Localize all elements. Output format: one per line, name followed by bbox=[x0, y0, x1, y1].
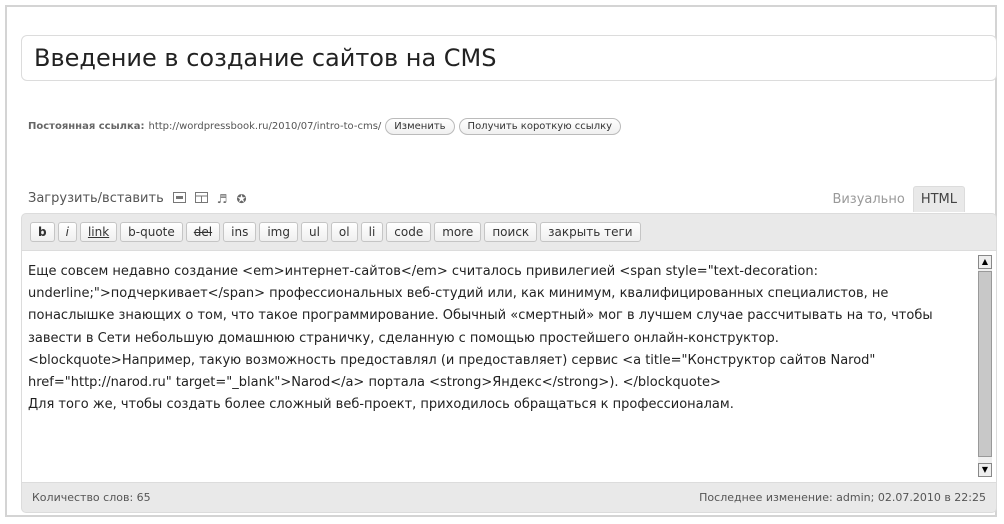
permalink-label: Постоянная ссылка: bbox=[28, 121, 145, 132]
quicktag-italic-button[interactable]: i bbox=[57, 222, 77, 242]
quicktag-img-button[interactable]: img bbox=[259, 222, 298, 242]
content-paragraph: Еще совсем недавно создание <em>интернет… bbox=[28, 264, 933, 346]
post-title-field[interactable]: Введение в создание сайтов на CMS bbox=[21, 35, 997, 81]
video-icon[interactable] bbox=[194, 191, 208, 206]
word-count: Количество слов: 65 bbox=[32, 491, 151, 504]
permalink-row: Постоянная ссылка: http://wordpressbook.… bbox=[28, 118, 622, 135]
quicktag-ul-button[interactable]: ul bbox=[300, 222, 328, 242]
image-icon[interactable] bbox=[172, 191, 186, 206]
content-text[interactable]: Еще совсем недавно создание <em>интернет… bbox=[28, 261, 958, 416]
scrollbar-thumb[interactable] bbox=[978, 271, 992, 457]
get-shortlink-button[interactable]: Получить короткую ссылку bbox=[458, 118, 622, 135]
editor-status-bar: Количество слов: 65 Последнее изменение:… bbox=[22, 483, 996, 512]
scroll-up-arrow-icon[interactable]: ▲ bbox=[978, 255, 992, 269]
quicktag-ins-button[interactable]: ins bbox=[223, 222, 257, 242]
scroll-down-arrow-icon[interactable]: ▼ bbox=[978, 463, 992, 477]
post-title-text[interactable]: Введение в создание сайтов на CMS bbox=[34, 44, 496, 72]
editor-tabs: Визуально HTML bbox=[824, 186, 965, 212]
tab-html[interactable]: HTML bbox=[912, 186, 965, 212]
quicktag-code-button[interactable]: code bbox=[386, 222, 432, 242]
content-textarea[interactable]: Еще совсем недавно создание <em>интернет… bbox=[22, 250, 996, 483]
quicktag-li-button[interactable]: li bbox=[360, 222, 384, 242]
quicktag-link-button[interactable]: link bbox=[79, 222, 118, 242]
permalink-url: http://wordpressbook.ru/2010/07/intro-to… bbox=[148, 121, 382, 132]
content-paragraph: <blockquote>Например, такую возможность … bbox=[28, 352, 876, 391]
content-scrollbar[interactable]: ▲ ▼ bbox=[978, 255, 992, 477]
quicktag-close-tags-button[interactable]: закрыть теги bbox=[540, 222, 641, 242]
tab-visual[interactable]: Визуально bbox=[824, 186, 912, 212]
html-editor: b i link b-quote del ins img ul ol li co… bbox=[21, 213, 997, 513]
quicktags-toolbar: b i link b-quote del ins img ul ol li co… bbox=[30, 222, 644, 242]
quicktag-bold-button[interactable]: b bbox=[30, 222, 55, 242]
edit-permalink-button[interactable]: Изменить bbox=[385, 118, 455, 135]
post-editor-panel: Введение в создание сайтов на CMS Постоя… bbox=[5, 5, 997, 517]
media-upload-row: Загрузить/вставить ♬ ✪ bbox=[28, 191, 247, 206]
content-paragraph: Для того же, чтобы создать более сложный… bbox=[28, 397, 734, 413]
quicktag-blockquote-button[interactable]: b-quote bbox=[120, 222, 183, 242]
quicktag-ol-button[interactable]: ol bbox=[330, 222, 358, 242]
quicktag-more-button[interactable]: more bbox=[434, 222, 482, 242]
media-upload-label: Загрузить/вставить bbox=[28, 191, 164, 206]
audio-icon[interactable]: ♬ bbox=[217, 192, 228, 206]
last-edit-info: Последнее изменение: admin; 02.07.2010 в… bbox=[699, 491, 986, 504]
quicktag-del-button[interactable]: del bbox=[185, 222, 221, 242]
quicktag-search-button[interactable]: поиск bbox=[484, 222, 538, 242]
media-icon[interactable]: ✪ bbox=[237, 192, 247, 206]
